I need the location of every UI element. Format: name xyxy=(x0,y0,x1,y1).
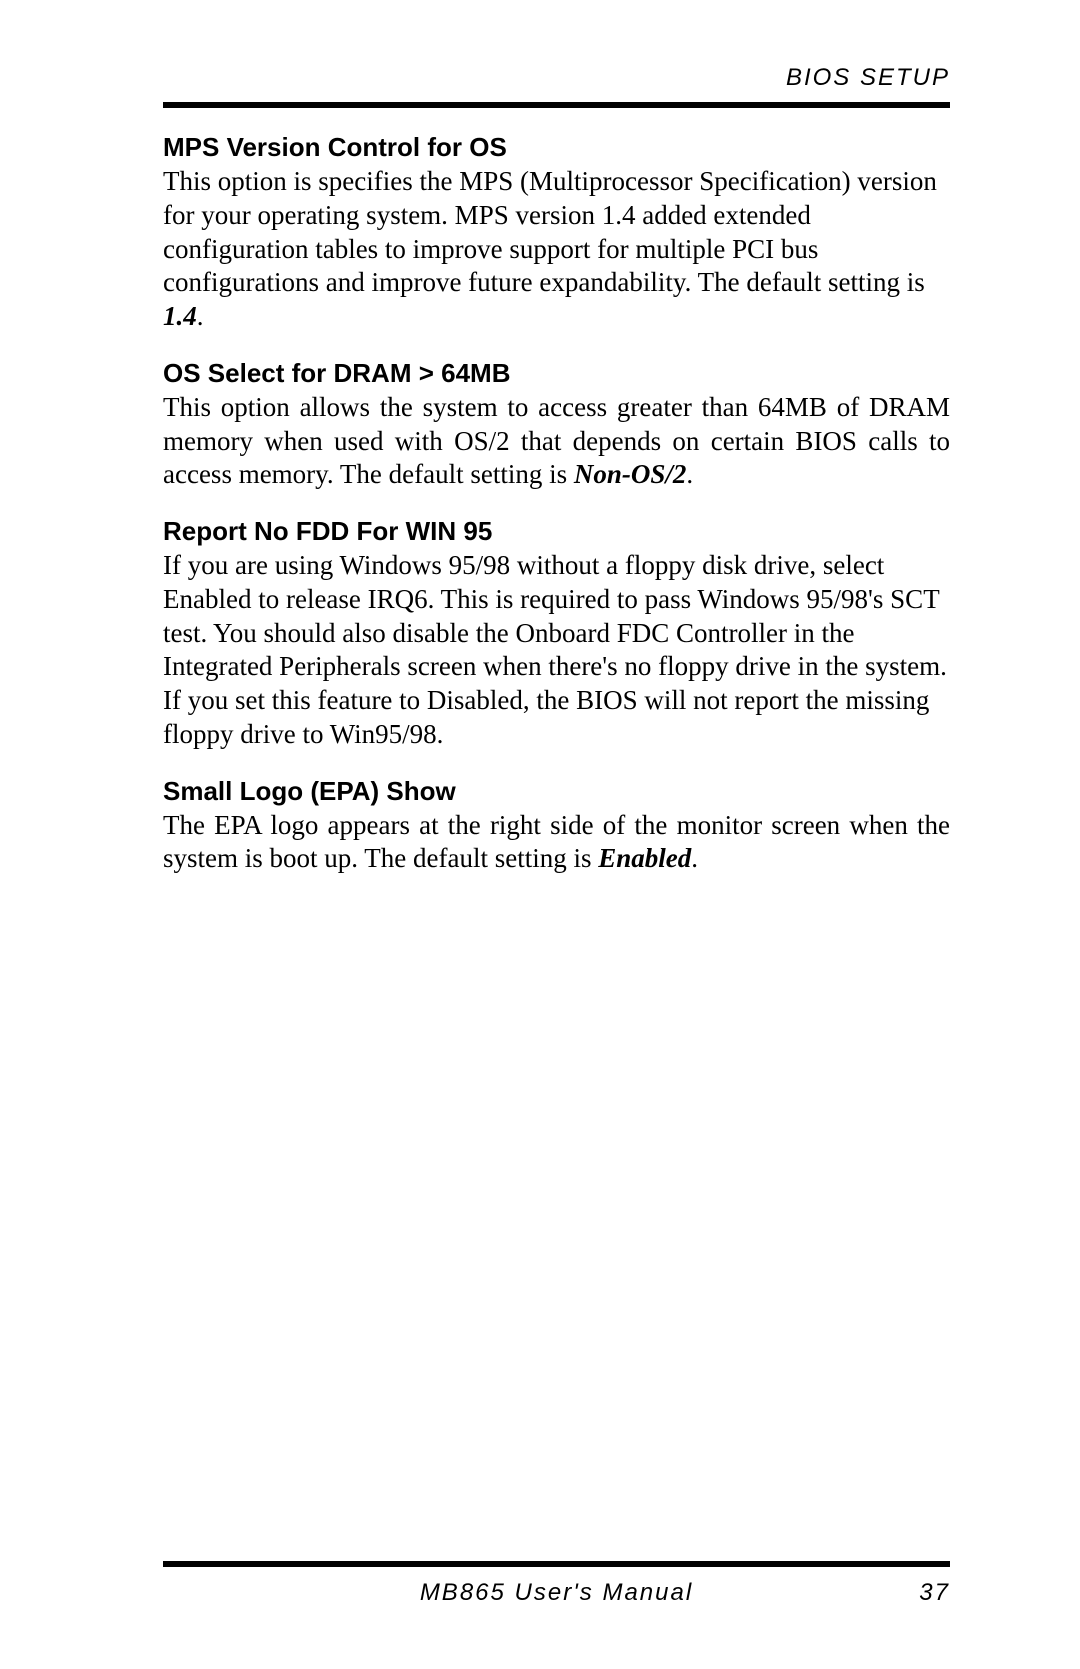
footer-row: MB865 User's Manual 37 xyxy=(163,1579,950,1609)
body-pre: If you are using Windows 95/98 without a… xyxy=(163,550,947,749)
section-os-select: OS Select for DRAM > 64MB This option al… xyxy=(163,358,950,492)
body-emph: Enabled xyxy=(598,843,691,873)
body-post: . xyxy=(197,301,204,331)
footer-page-number: 37 xyxy=(919,1579,950,1607)
section-body: This option allows the system to access … xyxy=(163,391,950,492)
footer-title: MB865 User's Manual xyxy=(163,1579,950,1607)
page-container: BIOS SETUP MPS Version Control for OS Th… xyxy=(0,0,1080,1669)
body-emph: Non-OS/2 xyxy=(574,459,687,489)
section-heading: MPS Version Control for OS xyxy=(163,132,950,163)
header-label: BIOS SETUP xyxy=(163,64,950,92)
section-epa-logo: Small Logo (EPA) Show The EPA logo appea… xyxy=(163,776,950,877)
section-heading: OS Select for DRAM > 64MB xyxy=(163,358,950,389)
section-body: The EPA logo appears at the right side o… xyxy=(163,809,950,877)
body-pre: This option allows the system to access … xyxy=(163,392,950,490)
section-body: If you are using Windows 95/98 without a… xyxy=(163,549,950,752)
header-rule xyxy=(163,102,950,108)
footer-rule xyxy=(163,1561,950,1567)
footer: MB865 User's Manual 37 xyxy=(163,1561,950,1609)
body-pre: This option is specifies the MPS (Multip… xyxy=(163,166,937,297)
body-post: . xyxy=(691,843,698,873)
section-report-fdd: Report No FDD For WIN 95 If you are usin… xyxy=(163,516,950,752)
body-emph: 1.4 xyxy=(163,301,197,331)
section-body: This option is specifies the MPS (Multip… xyxy=(163,165,950,334)
section-heading: Small Logo (EPA) Show xyxy=(163,776,950,807)
section-heading: Report No FDD For WIN 95 xyxy=(163,516,950,547)
body-post: . xyxy=(686,459,693,489)
body-pre: The EPA logo appears at the right side o… xyxy=(163,810,950,874)
section-mps: MPS Version Control for OS This option i… xyxy=(163,132,950,334)
